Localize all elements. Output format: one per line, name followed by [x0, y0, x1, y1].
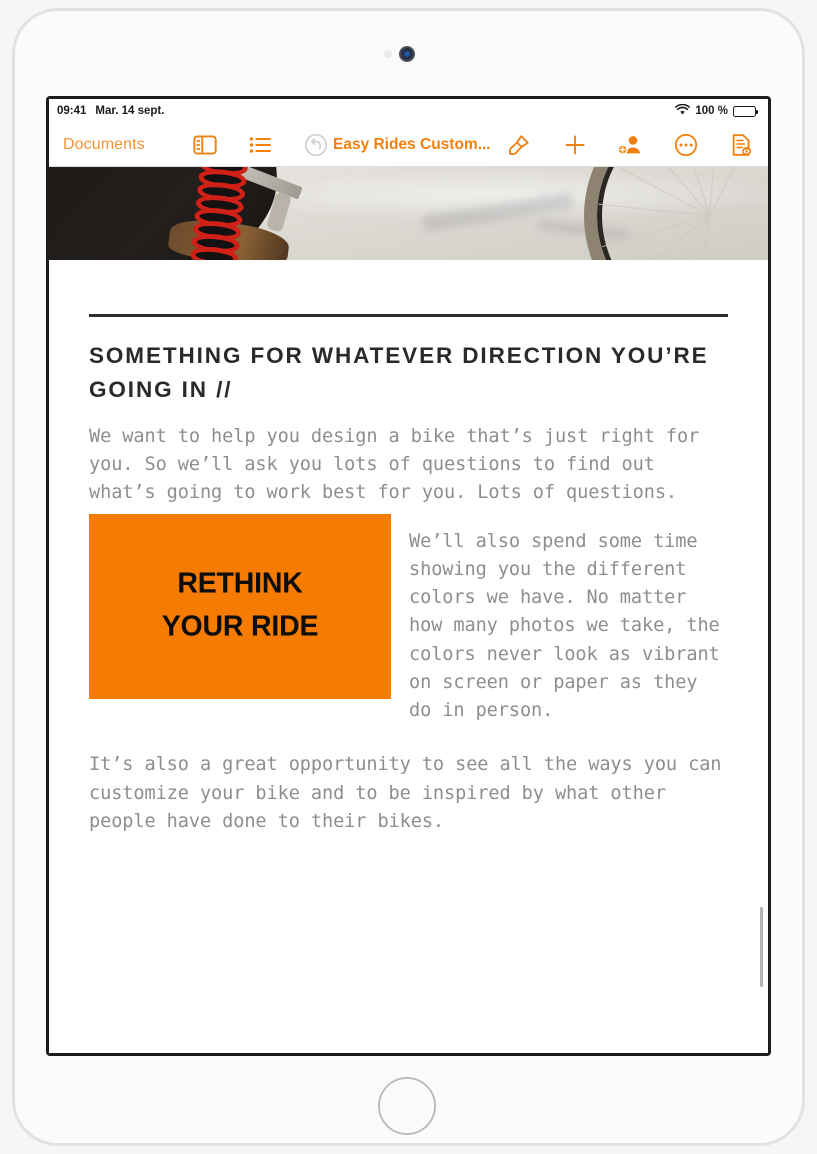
status-bar-left: 09:41 Mar. 14 sept.	[57, 105, 164, 117]
rethink-line-2: YOUR RIDE	[161, 611, 319, 644]
plus-icon[interactable]	[558, 128, 592, 162]
app-toolbar: Documents Easy Rides Custom...	[49, 123, 768, 167]
status-time: 09:41	[57, 105, 87, 117]
document-preview-icon[interactable]	[724, 128, 758, 162]
documents-back-button[interactable]: Documents	[63, 136, 145, 154]
horizontal-rule	[89, 314, 728, 317]
document-body[interactable]: SOMETHING FOR WHATEVER DIRECTION YOU’RE …	[49, 314, 768, 836]
status-bar: 09:41 Mar. 14 sept. 100 %	[49, 99, 768, 123]
banner-wheel-spokes	[584, 167, 768, 260]
document-scroll-area[interactable]: SOMETHING FOR WHATEVER DIRECTION YOU’RE …	[49, 167, 768, 1053]
screen: 09:41 Mar. 14 sept. 100 % Documents Easy…	[49, 99, 768, 1053]
battery-percent-label: 100 %	[695, 105, 728, 117]
undo-icon[interactable]	[299, 128, 333, 162]
screen-frame: 09:41 Mar. 14 sept. 100 % Documents Easy…	[46, 96, 771, 1056]
banner-photo-bicycle[interactable]	[49, 167, 768, 260]
ipad-device: 09:41 Mar. 14 sept. 100 % Documents Easy…	[0, 0, 817, 1154]
page-title: SOMETHING FOR WHATEVER DIRECTION YOU’RE …	[89, 342, 709, 402]
sidebar-icon[interactable]	[188, 128, 222, 162]
rethink-your-ride-image[interactable]: RETHINK YOUR RIDE	[89, 513, 391, 699]
battery-full-icon	[733, 105, 759, 117]
wifi-icon	[675, 103, 691, 119]
vertical-scrollbar[interactable]	[760, 907, 763, 987]
status-bar-right: 100 %	[675, 103, 759, 119]
ambient-light-sensor-icon	[384, 50, 392, 58]
home-button[interactable]	[378, 1077, 436, 1135]
camera-icon	[399, 46, 415, 62]
paragraph-3: It’s also a great opportunity to see all…	[89, 754, 722, 832]
ellipsis-circle-icon[interactable]	[669, 128, 703, 162]
banner-red-coiled-cable	[189, 167, 258, 260]
list-view-icon[interactable]	[244, 128, 278, 162]
document-title[interactable]: Easy Rides Custom...	[333, 136, 491, 154]
paintbrush-icon[interactable]	[503, 128, 537, 162]
rethink-image-caption: RETHINK YOUR RIDE	[89, 563, 391, 650]
add-person-icon[interactable]	[613, 128, 647, 162]
rethink-line-1: RETHINK	[177, 567, 303, 600]
paragraph-1: We want to help you design a bike that’s…	[89, 425, 700, 504]
status-date: Mar. 14 sept.	[95, 105, 165, 117]
